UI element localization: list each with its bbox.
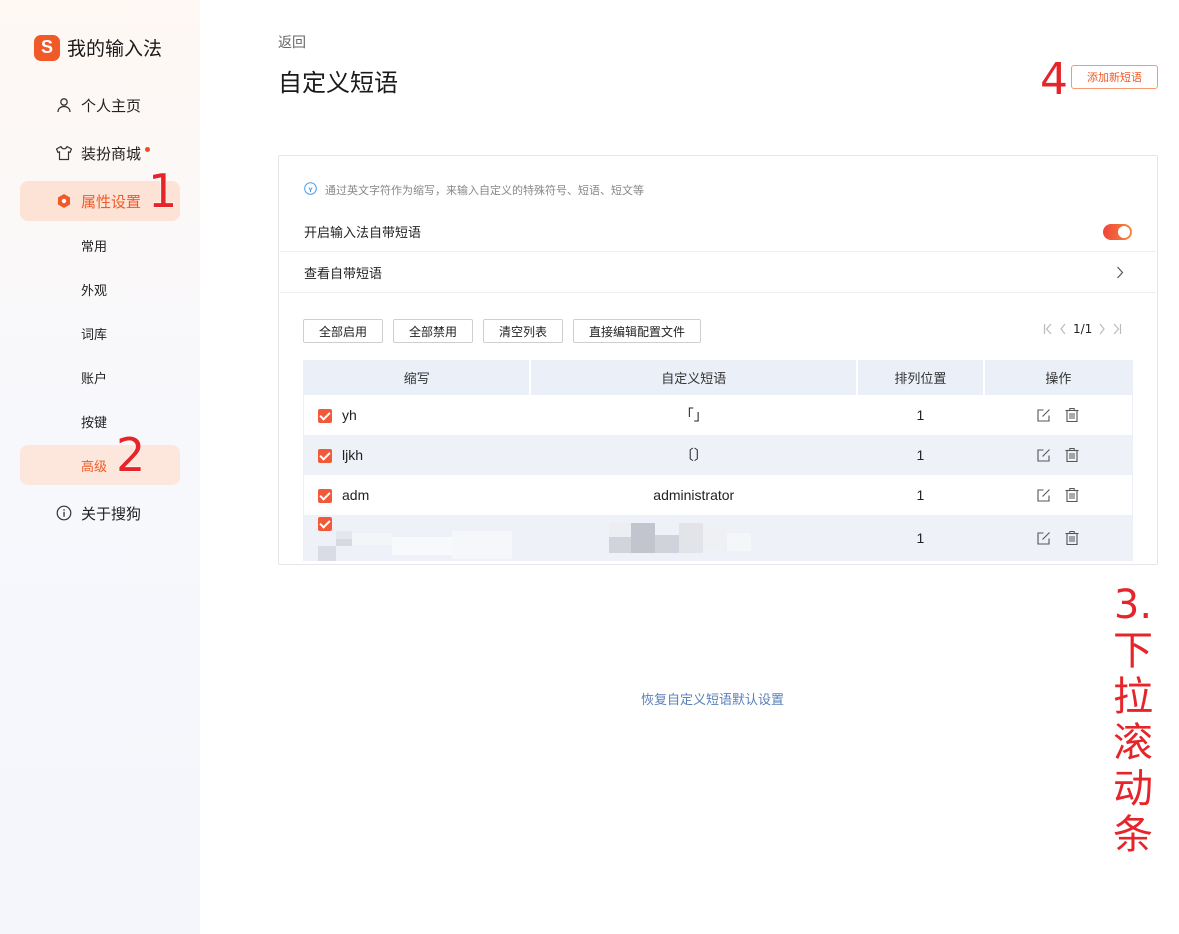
sogou-logo-icon: S [34, 34, 60, 61]
first-page-icon[interactable] [1043, 323, 1053, 335]
brand-name: 我的输入法 [67, 38, 163, 60]
sidebar-subitem-advanced[interactable]: 高级 [20, 445, 180, 485]
column-header-position: 排列位置 [857, 360, 985, 395]
delete-icon[interactable] [1065, 531, 1079, 546]
abbr-cell: yh [342, 406, 357, 423]
delete-icon[interactable] [1065, 408, 1079, 422]
back-link[interactable]: 返回 [278, 32, 306, 52]
edit-icon[interactable] [1037, 531, 1051, 545]
view-label: 查看自带短语 [304, 267, 383, 282]
sidebar: S 我的输入法 个人主页 装扮商城 属性设置 常用 外观 词库 账户 按键 高级… [0, 0, 200, 934]
sidebar-subitem-account[interactable]: 账户 [20, 357, 180, 397]
annotation-1: 1 [147, 164, 178, 219]
prev-page-icon[interactable] [1059, 323, 1067, 335]
abbr-cell: adm [342, 486, 370, 503]
builtin-phrase-toggle-row: 开启输入法自带短语 [280, 212, 1156, 252]
sidebar-item-profile[interactable]: 个人主页 [20, 85, 180, 125]
position-cell: 1 [916, 487, 925, 503]
info-icon [55, 504, 73, 522]
lightbulb-icon [304, 182, 317, 198]
phrase-settings-card: 通过英文字符作为缩写，来输入自定义的特殊符号、短语、短文等 开启输入法自带短语 … [278, 155, 1158, 565]
position-cell: 1 [916, 407, 925, 423]
sidebar-item-label: 装扮商城 [81, 144, 142, 163]
restore-defaults-link[interactable]: 恢复自定义短语默认设置 [641, 689, 784, 708]
column-header-phrase: 自定义短语 [530, 360, 859, 395]
delete-icon[interactable] [1065, 448, 1079, 462]
edit-config-file-button[interactable]: 直接编辑配置文件 [573, 319, 701, 343]
disable-all-button[interactable]: 全部禁用 [393, 319, 473, 343]
view-builtin-phrase-row[interactable]: 查看自带短语 [280, 253, 1156, 293]
brand: S 我的输入法 [34, 34, 162, 61]
notification-dot [145, 146, 151, 152]
column-header-actions: 操作 [983, 360, 1133, 395]
edit-icon[interactable] [1037, 488, 1051, 502]
table-row: 1 [303, 515, 1133, 562]
chevron-right-icon [1116, 266, 1124, 283]
phrase-table: 缩写 自定义短语 排列位置 操作 yh 「」 1 ljkh 〔〕 1 adm a… [303, 360, 1133, 562]
phrase-cell: 〔〕 [530, 435, 858, 475]
redacted-phrase [608, 523, 751, 554]
table-row: yh 「」 1 [303, 395, 1133, 435]
annotation-3-scroll: 3.下拉滚动条 [1113, 582, 1154, 859]
row-checkbox[interactable] [318, 409, 332, 424]
row-checkbox[interactable] [318, 517, 332, 532]
sidebar-item-label: 个人主页 [81, 96, 142, 115]
annotation-4: 4 [1040, 54, 1069, 106]
last-page-icon[interactable] [1112, 323, 1122, 335]
position-cell: 1 [857, 435, 984, 475]
shirt-icon [55, 144, 73, 162]
page-title: 自定义短语 [278, 69, 398, 97]
app-window: S 我的输入法 个人主页 装扮商城 属性设置 常用 外观 词库 账户 按键 高级… [0, 0, 1179, 934]
sidebar-subitem-dictionary[interactable]: 词库 [20, 313, 180, 353]
next-page-icon[interactable] [1098, 323, 1106, 335]
position-cell: 1 [857, 515, 984, 562]
table-row: adm administrator 1 [303, 475, 1133, 515]
toggle-label: 开启输入法自带短语 [304, 226, 422, 241]
builtin-phrase-toggle[interactable] [1103, 224, 1132, 240]
sidebar-subitem-appearance[interactable]: 外观 [20, 269, 180, 309]
enable-all-button[interactable]: 全部启用 [303, 319, 383, 343]
hexagon-settings-icon [55, 192, 73, 210]
sidebar-subitem-keys[interactable]: 按键 [20, 401, 180, 441]
sidebar-item-label: 属性设置 [81, 192, 142, 211]
edit-icon[interactable] [1037, 448, 1051, 462]
annotation-2: 2 [115, 428, 146, 483]
row-checkbox[interactable] [318, 449, 332, 464]
tip: 通过英文字符作为缩写，来输入自定义的特殊符号、短语、短文等 [304, 182, 644, 198]
sidebar-item-about[interactable]: 关于搜狗 [20, 493, 180, 533]
add-phrase-button[interactable]: 添加新短语 [1071, 65, 1158, 89]
sidebar-subitem-common[interactable]: 常用 [20, 225, 180, 265]
abbr-cell: ljkh [342, 446, 364, 463]
page-indicator: 1/1 [1073, 322, 1093, 336]
clear-list-button[interactable]: 清空列表 [483, 319, 563, 343]
phrase-cell: administrator [653, 487, 735, 503]
redacted-abbr [318, 531, 512, 562]
delete-icon[interactable] [1065, 488, 1079, 502]
user-icon [55, 96, 73, 114]
table-row: ljkh 〔〕 1 [303, 435, 1133, 475]
sidebar-item-label: 关于搜狗 [81, 504, 142, 523]
phrase-cell: 「」 [679, 407, 708, 423]
edit-icon[interactable] [1037, 408, 1051, 422]
row-checkbox[interactable] [318, 489, 332, 504]
pagination: 1/1 [1043, 322, 1122, 336]
action-buttons: 全部启用 全部禁用 清空列表 直接编辑配置文件 [303, 319, 701, 343]
tip-text: 通过英文字符作为缩写，来输入自定义的特殊符号、短语、短文等 [325, 184, 644, 197]
column-header-abbr: 缩写 [303, 360, 532, 395]
